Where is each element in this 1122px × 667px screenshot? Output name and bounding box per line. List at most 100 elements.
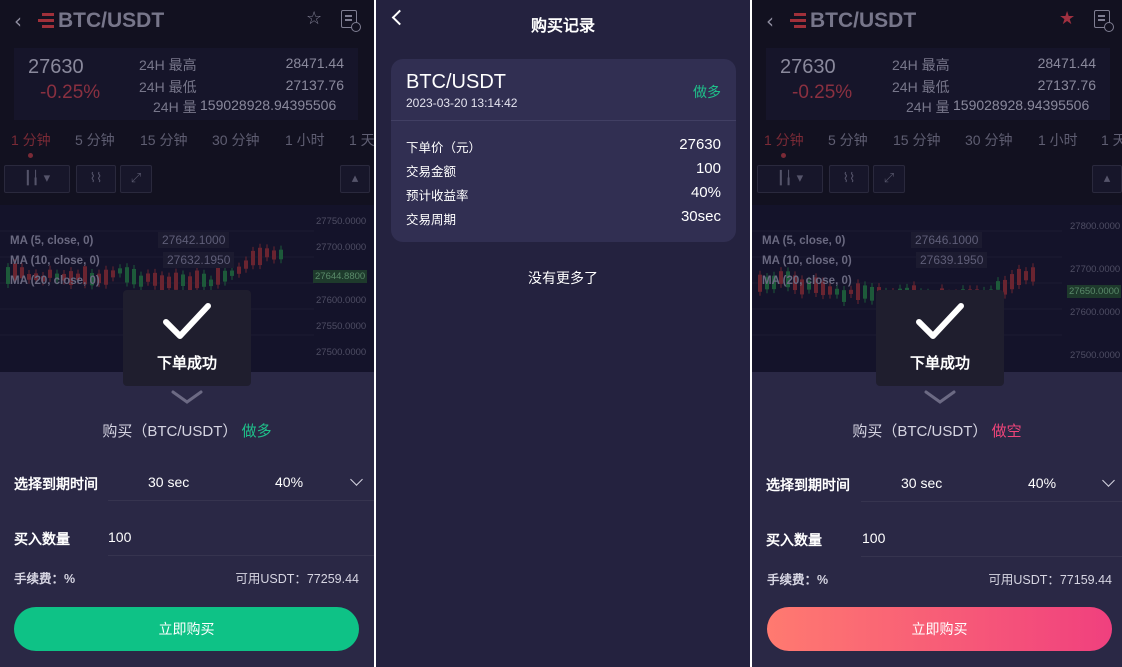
tab-interval-1d[interactable]: 1 天 xyxy=(349,130,374,150)
chevron-down-icon[interactable] xyxy=(924,390,956,404)
chevron-down-icon[interactable] xyxy=(350,473,363,486)
change-percent: -0.25% xyxy=(40,82,101,103)
page-title: 购买记录 xyxy=(530,18,595,35)
collapse-button[interactable]: ▴ xyxy=(340,165,370,193)
caret-up-icon: ▴ xyxy=(351,171,359,186)
chart-toolbar: ┃╽ ▾ ⌇⌇ ⤢ ▴ xyxy=(756,165,1122,195)
candle-body xyxy=(272,250,276,260)
expiry-label: 选择到期时间 xyxy=(14,476,98,492)
pair-title[interactable]: BTC/USDT xyxy=(810,9,916,33)
candle-body xyxy=(1031,267,1035,282)
caret-up-icon: ▴ xyxy=(1103,171,1111,186)
fee-label: 手续费：% xyxy=(14,572,76,586)
record-row-label: 交易金额 xyxy=(406,165,457,179)
chevron-down-icon[interactable] xyxy=(1102,474,1115,487)
fullscreen-button[interactable]: ⤢ xyxy=(873,165,905,193)
y-tick: 27700.0000 xyxy=(1070,264,1121,275)
sell-now-button[interactable]: 立即购买 xyxy=(767,607,1112,651)
candle-body xyxy=(258,247,262,266)
record-card[interactable]: BTC/USDT 2023-03-20 13:14:42 做多 下单价（元） 2… xyxy=(391,59,736,242)
y-tick: 27750.0000 xyxy=(316,216,367,227)
candle-body xyxy=(195,270,199,289)
tab-interval-1h[interactable]: 1 小时 xyxy=(1038,130,1078,150)
success-toast: 下单成功 xyxy=(876,290,1004,386)
ma10-label: MA (10, close, 0) xyxy=(10,255,100,267)
header: ‹ BTC/USDT ☆ xyxy=(0,0,374,42)
candle-type-button[interactable]: ┃╽ ▾ xyxy=(757,165,823,193)
buy-heading: 购买（BTC/USDT） 做空 xyxy=(752,420,1122,441)
candle-body xyxy=(237,266,241,274)
ticker-panel: 27630 -0.25% 24H 最高 28471.44 24H 最低 2713… xyxy=(766,48,1110,120)
buy-label: 购买（BTC/USDT） xyxy=(852,423,988,440)
indicator-icon: ⌇⌇ xyxy=(842,171,856,186)
favorite-star-icon[interactable]: ☆ xyxy=(306,8,322,29)
ma5-label: MA (5, close, 0) xyxy=(762,235,846,247)
quantity-input[interactable]: 100 xyxy=(108,529,131,545)
divider xyxy=(861,556,1122,557)
ma5-label: MA (5, close, 0) xyxy=(10,235,94,247)
tab-interval-15m[interactable]: 15 分钟 xyxy=(140,130,187,150)
record-row-label: 交易周期 xyxy=(406,213,457,227)
tab-interval-5m[interactable]: 5 分钟 xyxy=(828,130,868,150)
toast-text: 下单成功 xyxy=(156,355,217,372)
indicator-button[interactable]: ⌇⌇ xyxy=(76,165,116,193)
menu-icon[interactable] xyxy=(38,13,54,29)
tab-interval-1m[interactable]: 1 分钟 xyxy=(764,130,804,150)
expiry-time-select[interactable]: 30 sec xyxy=(148,474,189,490)
candle-body xyxy=(188,276,192,291)
interval-tabs: 1 分钟 5 分钟 15 分钟 30 分钟 1 小时 1 天 xyxy=(0,128,374,150)
stat-value-high: 28471.44 xyxy=(285,55,344,71)
indicator-button[interactable]: ⌇⌇ xyxy=(829,165,869,193)
back-icon[interactable]: ‹ xyxy=(766,9,774,33)
candle-type-button[interactable]: ┃╽ ▾ xyxy=(4,165,70,193)
trade-screen-short: ‹ BTC/USDT ★ 27630 -0.25% 24H 最高 28471.4… xyxy=(752,0,1122,667)
ma10-value: 27639.1950 xyxy=(916,252,988,268)
quantity-label: 买入数量 xyxy=(766,532,822,548)
fullscreen-icon: ⤢ xyxy=(883,171,895,186)
tab-interval-1h[interactable]: 1 小时 xyxy=(285,130,325,150)
quantity-input[interactable]: 100 xyxy=(862,530,885,546)
candle-body xyxy=(174,272,178,290)
candle-body xyxy=(1010,274,1014,290)
tab-interval-1m[interactable]: 1 分钟 xyxy=(11,130,51,150)
y-tick: 27600.0000 xyxy=(1070,307,1121,318)
candle-body xyxy=(202,273,206,287)
tab-interval-30m[interactable]: 30 分钟 xyxy=(965,130,1012,150)
header: ‹ BTC/USDT ★ xyxy=(752,0,1122,42)
interval-tabs: 1 分钟 5 分钟 15 分钟 30 分钟 1 小时 1 天 xyxy=(752,128,1122,150)
expiry-time-select[interactable]: 30 sec xyxy=(901,475,942,491)
menu-icon[interactable] xyxy=(790,13,806,29)
candle-body xyxy=(835,288,839,295)
fullscreen-icon: ⤢ xyxy=(130,171,142,186)
expiry-rate[interactable]: 40% xyxy=(1028,475,1056,491)
candle-body xyxy=(167,276,171,289)
tab-interval-1d[interactable]: 1 天 xyxy=(1101,130,1122,150)
collapse-button[interactable]: ▴ xyxy=(1092,165,1122,193)
chevron-down-icon[interactable] xyxy=(171,390,203,404)
tab-interval-15m[interactable]: 15 分钟 xyxy=(893,130,940,150)
order-history-icon[interactable] xyxy=(1094,10,1114,32)
back-icon[interactable]: ‹ xyxy=(14,9,22,33)
pair-title[interactable]: BTC/USDT xyxy=(58,9,164,33)
favorite-star-icon[interactable]: ★ xyxy=(1059,8,1075,29)
tab-interval-30m[interactable]: 30 分钟 xyxy=(212,130,259,150)
buy-now-button[interactable]: 立即购买 xyxy=(14,607,359,651)
order-history-icon[interactable] xyxy=(341,10,361,32)
tab-interval-5m[interactable]: 5 分钟 xyxy=(75,130,115,150)
y-tick: 27500.0000 xyxy=(316,347,367,358)
candle-body xyxy=(111,270,115,278)
candle-body xyxy=(216,266,220,285)
available-balance: 可用USDT：77259.44 xyxy=(235,572,359,586)
stat-value-low: 27137.76 xyxy=(1037,77,1096,93)
expiry-label: 选择到期时间 xyxy=(766,477,850,493)
expiry-rate[interactable]: 40% xyxy=(275,474,303,490)
candle-body xyxy=(251,250,255,266)
stat-label-high: 24H 最高 xyxy=(892,57,950,73)
candle-body xyxy=(146,273,150,282)
current-price-tag: 27644.8800 xyxy=(313,270,368,283)
y-tick: 27550.0000 xyxy=(316,321,367,332)
chart-toolbar: ┃╽ ▾ ⌇⌇ ⤢ ▴ xyxy=(4,165,374,195)
fullscreen-button[interactable]: ⤢ xyxy=(120,165,152,193)
stat-value-high: 28471.44 xyxy=(1037,55,1096,71)
current-price-tag: 27650.0000 xyxy=(1067,285,1122,298)
